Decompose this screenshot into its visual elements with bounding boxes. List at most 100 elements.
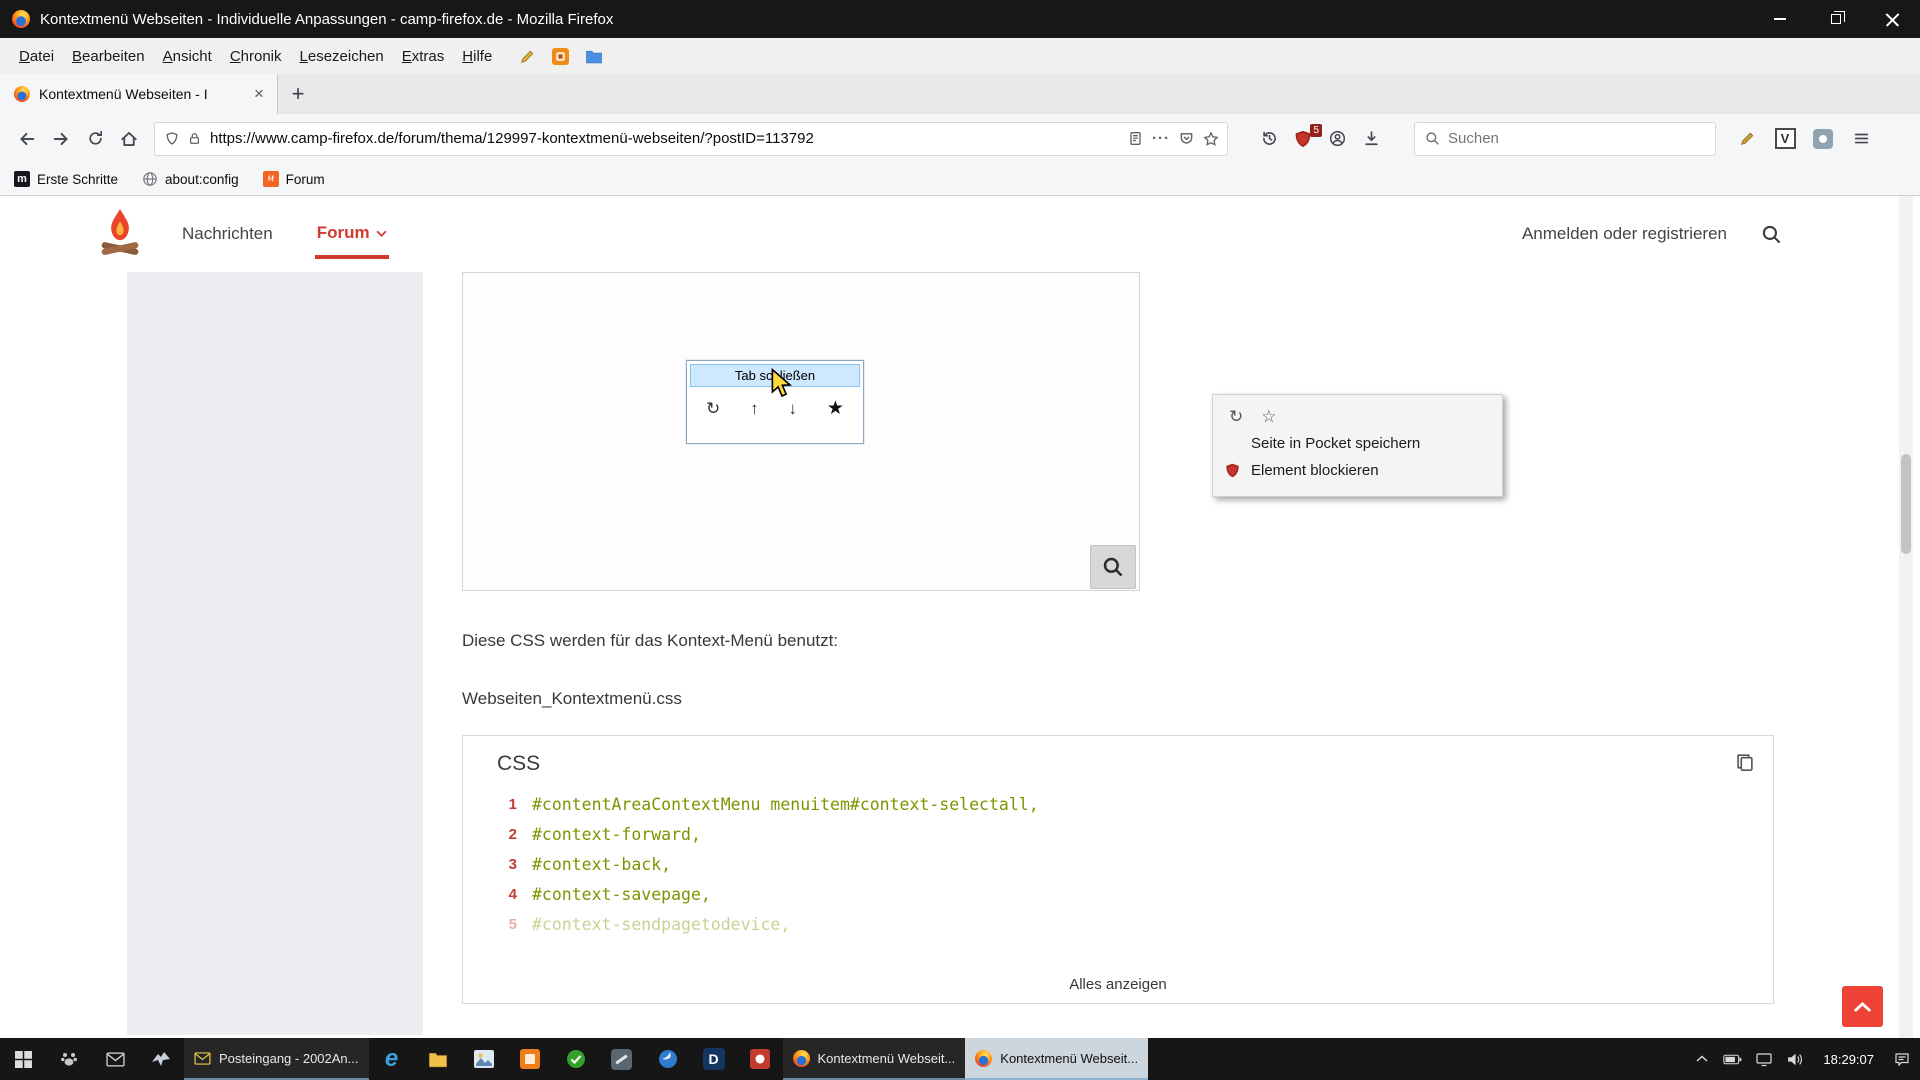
show-all-button[interactable]: Alles anzeigen: [463, 976, 1773, 993]
pinned-app-antivirus-button[interactable]: [553, 1038, 599, 1080]
menu-item-datei[interactable]: Datei: [10, 43, 63, 70]
pocket-icon[interactable]: [1179, 131, 1194, 146]
menubar: Datei Bearbeiten Ansicht Chronik Lesezei…: [0, 38, 1920, 74]
orange-addon-icon[interactable]: [552, 48, 569, 65]
restore-button[interactable]: [1808, 0, 1864, 38]
code-line: 4 #context-savepage,: [497, 880, 1753, 910]
downloads-button[interactable]: [1354, 123, 1388, 155]
site-search-icon[interactable]: [1761, 224, 1782, 245]
pinned-app-ie-button[interactable]: [369, 1038, 415, 1080]
taskbar-task-firefox-2-active[interactable]: Kontextmenü Webseit...: [965, 1038, 1148, 1080]
close-button[interactable]: [1864, 0, 1920, 38]
minimize-button[interactable]: [1752, 0, 1808, 38]
bookmark-about-config[interactable]: about:config: [142, 171, 239, 187]
hamburger-menu-icon: [1853, 130, 1870, 147]
pinned-app-bird-button[interactable]: [138, 1038, 184, 1080]
menu-item-bearbeiten[interactable]: Bearbeiten: [63, 43, 154, 70]
pinned-app-d-button[interactable]: [691, 1038, 737, 1080]
window-titlebar: Kontextmenü Webseiten - Individuelle Anp…: [0, 0, 1920, 38]
reader-mode-icon[interactable]: [1128, 131, 1143, 146]
battery-icon[interactable]: [1723, 1054, 1742, 1065]
url-bar[interactable]: https://www.camp-firefox.de/forum/thema/…: [154, 122, 1228, 156]
post-screenshot-context-menu-fragment[interactable]: Seite in Pocket speichern Element blocki…: [1212, 394, 1503, 497]
bookmark-star-icon[interactable]: [1203, 131, 1219, 147]
home-button[interactable]: [112, 123, 146, 155]
search-bar[interactable]: [1414, 122, 1716, 156]
site-nav-forum[interactable]: Forum: [317, 223, 387, 245]
image-zoom-button[interactable]: [1090, 545, 1136, 589]
history-button[interactable]: [1252, 123, 1286, 155]
menu-item-lesezeichen[interactable]: Lesezeichen: [291, 43, 393, 70]
login-link[interactable]: Anmelden oder registrieren: [1522, 224, 1727, 244]
page-scrollbar[interactable]: [1899, 196, 1913, 1038]
action-center-icon[interactable]: [1894, 1052, 1910, 1067]
bookmark-erste-schritte[interactable]: m Erste Schritte: [14, 171, 118, 187]
note-pencil-icon[interactable]: [519, 48, 536, 65]
pinned-app-thunderbird-button[interactable]: [645, 1038, 691, 1080]
navigation-toolbar: https://www.camp-firefox.de/forum/thema/…: [0, 114, 1920, 163]
new-tab-button[interactable]: [278, 74, 318, 114]
account-button[interactable]: [1320, 123, 1354, 155]
pinned-app-red-button[interactable]: [737, 1038, 783, 1080]
tab-close-icon[interactable]: [249, 84, 269, 104]
screenshot-arrow-up-icon: [750, 399, 759, 419]
blue-folder-icon[interactable]: [585, 49, 603, 64]
copy-code-button[interactable]: [1735, 752, 1755, 772]
menu-item-ansicht[interactable]: Ansicht: [154, 43, 221, 70]
window-controls: [1752, 0, 1920, 38]
pinned-app-mail-button[interactable]: [92, 1038, 138, 1080]
back-button[interactable]: [10, 123, 44, 155]
gray-app-icon: [611, 1049, 632, 1070]
search-icon: [1425, 131, 1440, 146]
post-paragraph-2: Webseiten_Kontextmenü.css: [462, 689, 682, 709]
windows-logo-icon: [15, 1051, 32, 1068]
taskbar-task-firefox-1[interactable]: Kontextmenü Webseit...: [783, 1038, 966, 1080]
code-block: CSS 1 #contentAreaContextMenu menuitem#c…: [462, 735, 1774, 1004]
pinned-app-photos-button[interactable]: [461, 1038, 507, 1080]
firefox-task-icon: [975, 1050, 992, 1067]
ublock-button[interactable]: 5: [1286, 123, 1320, 155]
menu-item-chronik[interactable]: Chronik: [221, 43, 291, 70]
code-line: 3 #context-back,: [497, 850, 1753, 880]
post-paragraph-1: Diese CSS werden für das Kontext-Menü be…: [462, 631, 838, 651]
pinned-app-orange-button[interactable]: [507, 1038, 553, 1080]
violentmonkey-extension-button[interactable]: [1768, 123, 1802, 155]
account-icon: [1329, 130, 1346, 147]
pinned-app-paw-button[interactable]: [46, 1038, 92, 1080]
page-actions-icon[interactable]: [1152, 130, 1170, 147]
taskbar-clock[interactable]: 18:29:07: [1817, 1052, 1880, 1067]
gray-extension-button[interactable]: [1806, 123, 1840, 155]
search-input[interactable]: [1448, 130, 1705, 147]
speaker-icon[interactable]: [1786, 1052, 1803, 1067]
scrollbar-thumb[interactable]: [1901, 454, 1911, 554]
pinned-app-dark-button[interactable]: [599, 1038, 645, 1080]
bookmark-forum[interactable]: f-f Forum: [263, 171, 325, 187]
pocket-menu-item: Seite in Pocket speichern: [1251, 435, 1420, 452]
campfire-logo-icon[interactable]: [98, 207, 142, 261]
bookmark-label: Forum: [286, 172, 325, 187]
site-nav-nachrichten[interactable]: Nachrichten: [182, 224, 273, 244]
home-icon: [120, 130, 138, 148]
taskbar-task-mail[interactable]: Posteingang - 2002An...: [184, 1038, 369, 1080]
scroll-to-top-button[interactable]: [1842, 986, 1883, 1027]
network-icon[interactable]: [1756, 1052, 1772, 1067]
task-label: Kontextmenü Webseit...: [818, 1051, 956, 1066]
tray-chevron-up-icon[interactable]: [1695, 1054, 1709, 1064]
menu-item-hilfe[interactable]: Hilfe: [453, 43, 501, 70]
compose-pencil-icon: [1739, 130, 1756, 147]
start-button[interactable]: [0, 1038, 46, 1080]
tab-active[interactable]: Kontextmenü Webseiten - I: [0, 74, 278, 114]
pinned-app-explorer-button[interactable]: [415, 1038, 461, 1080]
site-header: Nachrichten Forum Anmelden oder registri…: [0, 196, 1920, 272]
reload-button[interactable]: [78, 123, 112, 155]
lock-icon[interactable]: [188, 131, 201, 146]
compose-note-button[interactable]: [1730, 123, 1764, 155]
code-line: 5 #context-sendpagetodevice,: [497, 910, 1753, 940]
menu-item-extras[interactable]: Extras: [393, 43, 454, 70]
forward-button[interactable]: [44, 123, 78, 155]
code-block-title: CSS: [497, 752, 540, 776]
app-menu-button[interactable]: [1844, 123, 1878, 155]
window-title: Kontextmenü Webseiten - Individuelle Anp…: [40, 11, 613, 28]
tracking-protection-shield-icon[interactable]: [165, 131, 179, 146]
url-text[interactable]: https://www.camp-firefox.de/forum/thema/…: [210, 130, 1119, 147]
